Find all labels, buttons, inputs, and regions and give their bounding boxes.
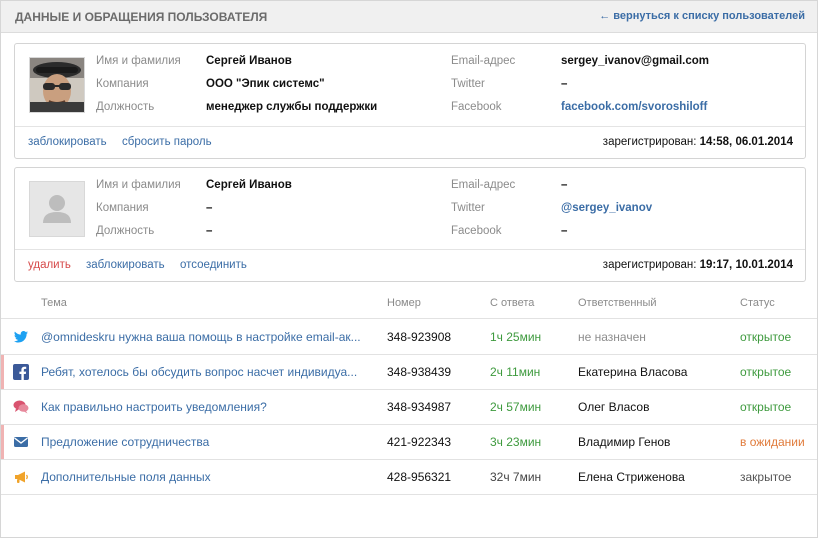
ticket-assignee: Елена Стриженова xyxy=(578,470,685,484)
registered-date: 14:58, 06.01.2014 xyxy=(699,136,793,148)
ticket-number: 428-956321 xyxy=(387,470,452,484)
ticket-number: 421-922343 xyxy=(387,435,452,449)
position-label: Должность xyxy=(96,101,155,113)
ticket-assignee: не назначен xyxy=(578,330,646,344)
page-title: ДАННЫЕ И ОБРАЩЕНИЯ ПОЛЬЗОВАТЕЛЯ xyxy=(15,10,268,24)
avatar-placeholder xyxy=(29,181,85,237)
ticket-subject-link[interactable]: Предложение сотрудничества xyxy=(41,435,209,449)
registration-info: зарегистрирован: 14:58, 06.01.2014 xyxy=(603,136,793,148)
status-badge: открытое xyxy=(740,365,792,379)
time-since-reply: 2ч 11мин xyxy=(490,365,541,379)
position-value: менеджер службы поддержки xyxy=(206,101,378,113)
column-status[interactable]: Статус xyxy=(740,297,775,309)
email-icon xyxy=(13,434,29,450)
twitter-value: – xyxy=(561,78,568,90)
ticket-subject-link[interactable]: Как правильно настроить уведомления? xyxy=(41,400,267,414)
unlink-profile-button[interactable]: отсоединить xyxy=(180,259,247,271)
facebook-link[interactable]: facebook.com/svoroshiloff xyxy=(561,101,707,113)
ticket-subject-link[interactable]: Ребят, хотелось бы обсудить вопрос насче… xyxy=(41,365,357,379)
time-since-reply: 2ч 57мин xyxy=(490,400,542,414)
ticket-assignee: Олег Власов xyxy=(578,400,650,414)
avatar xyxy=(29,57,85,113)
panel-header: ДАННЫЕ И ОБРАЩЕНИЯ ПОЛЬЗОВАТЕЛЯ ← вернут… xyxy=(1,1,817,33)
user-details-panel: ДАННЫЕ И ОБРАЩЕНИЯ ПОЛЬЗОВАТЕЛЯ ← вернут… xyxy=(0,0,818,538)
delete-user-button[interactable]: удалить xyxy=(28,259,71,271)
tickets-table-header: Тема Номер С ответа Ответственный Статус xyxy=(1,292,817,319)
time-since-reply: 3ч 23мин xyxy=(490,435,542,449)
status-badge: открытое xyxy=(740,330,792,344)
facebook-icon xyxy=(13,364,29,380)
name-value: Сергей Иванов xyxy=(206,55,292,67)
user-silhouette-icon xyxy=(30,182,84,236)
name-label: Имя и фамилия xyxy=(96,179,181,191)
registered-date: 19:17, 10.01.2014 xyxy=(699,259,793,271)
email-value: sergey_ivanov@gmail.com xyxy=(561,55,710,67)
registration-info: зарегистрирован: 19:17, 10.01.2014 xyxy=(603,259,793,271)
block-user-button[interactable]: заблокировать xyxy=(86,259,165,271)
ticket-subject-link[interactable]: Дополнительные поля данных xyxy=(41,470,211,484)
card-footer: заблокировать сбросить пароль зарегистри… xyxy=(15,126,805,158)
column-number[interactable]: Номер xyxy=(387,297,421,309)
table-row[interactable]: @omnideskru нужна ваша помощь в настройк… xyxy=(1,320,817,355)
time-since-reply: 1ч 25мин xyxy=(490,330,542,344)
twitter-link[interactable]: @sergey_ivanov xyxy=(561,202,652,214)
chat-icon xyxy=(13,399,29,415)
position-label: Должность xyxy=(96,225,155,237)
table-row[interactable]: Как правильно настроить уведомления? 348… xyxy=(1,390,817,425)
email-value: – xyxy=(561,179,568,191)
name-value: Сергей Иванов xyxy=(206,179,292,191)
company-label: Компания xyxy=(96,78,149,90)
user-photo-icon xyxy=(30,58,84,112)
ticket-assignee: Екатерина Власова xyxy=(578,365,688,379)
block-user-button[interactable]: заблокировать xyxy=(28,136,107,148)
facebook-label: Facebook xyxy=(451,101,502,113)
time-since-reply: 32ч 7мин xyxy=(490,470,542,484)
position-value: – xyxy=(206,225,213,237)
status-badge: закрытое xyxy=(740,470,792,484)
name-label: Имя и фамилия xyxy=(96,55,181,67)
card-footer: удалить заблокировать отсоединить зареги… xyxy=(15,249,805,281)
column-since-reply[interactable]: С ответа xyxy=(490,297,534,309)
email-label: Email-адрес xyxy=(451,179,516,191)
facebook-label: Facebook xyxy=(451,225,502,237)
table-row[interactable]: Предложение сотрудничества 421-922343 3ч… xyxy=(1,425,817,460)
twitter-label: Twitter xyxy=(451,202,485,214)
megaphone-icon xyxy=(13,469,29,485)
email-label: Email-адрес xyxy=(451,55,516,67)
twitter-label: Twitter xyxy=(451,78,485,90)
ticket-number: 348-934987 xyxy=(387,400,452,414)
company-value: – xyxy=(206,202,213,214)
facebook-value: – xyxy=(561,225,568,237)
company-value: ООО "Эпик системс" xyxy=(206,78,325,90)
registered-label: зарегистрирован: xyxy=(602,259,697,271)
twitter-icon xyxy=(13,329,29,345)
column-assignee[interactable]: Ответственный xyxy=(578,297,657,309)
table-row[interactable]: Дополнительные поля данных 428-956321 32… xyxy=(1,460,817,495)
ticket-assignee: Владимир Генов xyxy=(578,435,671,449)
column-subject[interactable]: Тема xyxy=(41,297,67,309)
table-row[interactable]: Ребят, хотелось бы обсудить вопрос насче… xyxy=(1,355,817,390)
ticket-number: 348-938439 xyxy=(387,365,452,379)
back-to-users-link[interactable]: ← вернуться к списку пользователей xyxy=(599,10,805,22)
reset-password-button[interactable]: сбросить пароль xyxy=(122,136,212,148)
company-label: Компания xyxy=(96,202,149,214)
linked-profile-card: Имя и фамилия Сергей Иванов Компания – Д… xyxy=(14,167,806,282)
registered-label: зарегистрирован: xyxy=(602,136,697,148)
user-profile-card: Имя и фамилия Сергей Иванов Компания ООО… xyxy=(14,43,806,159)
ticket-subject-link[interactable]: @omnideskru нужна ваша помощь в настройк… xyxy=(41,330,361,344)
status-badge: открытое xyxy=(740,400,792,414)
ticket-number: 348-923908 xyxy=(387,330,452,344)
status-badge: в ожидании xyxy=(740,435,805,449)
